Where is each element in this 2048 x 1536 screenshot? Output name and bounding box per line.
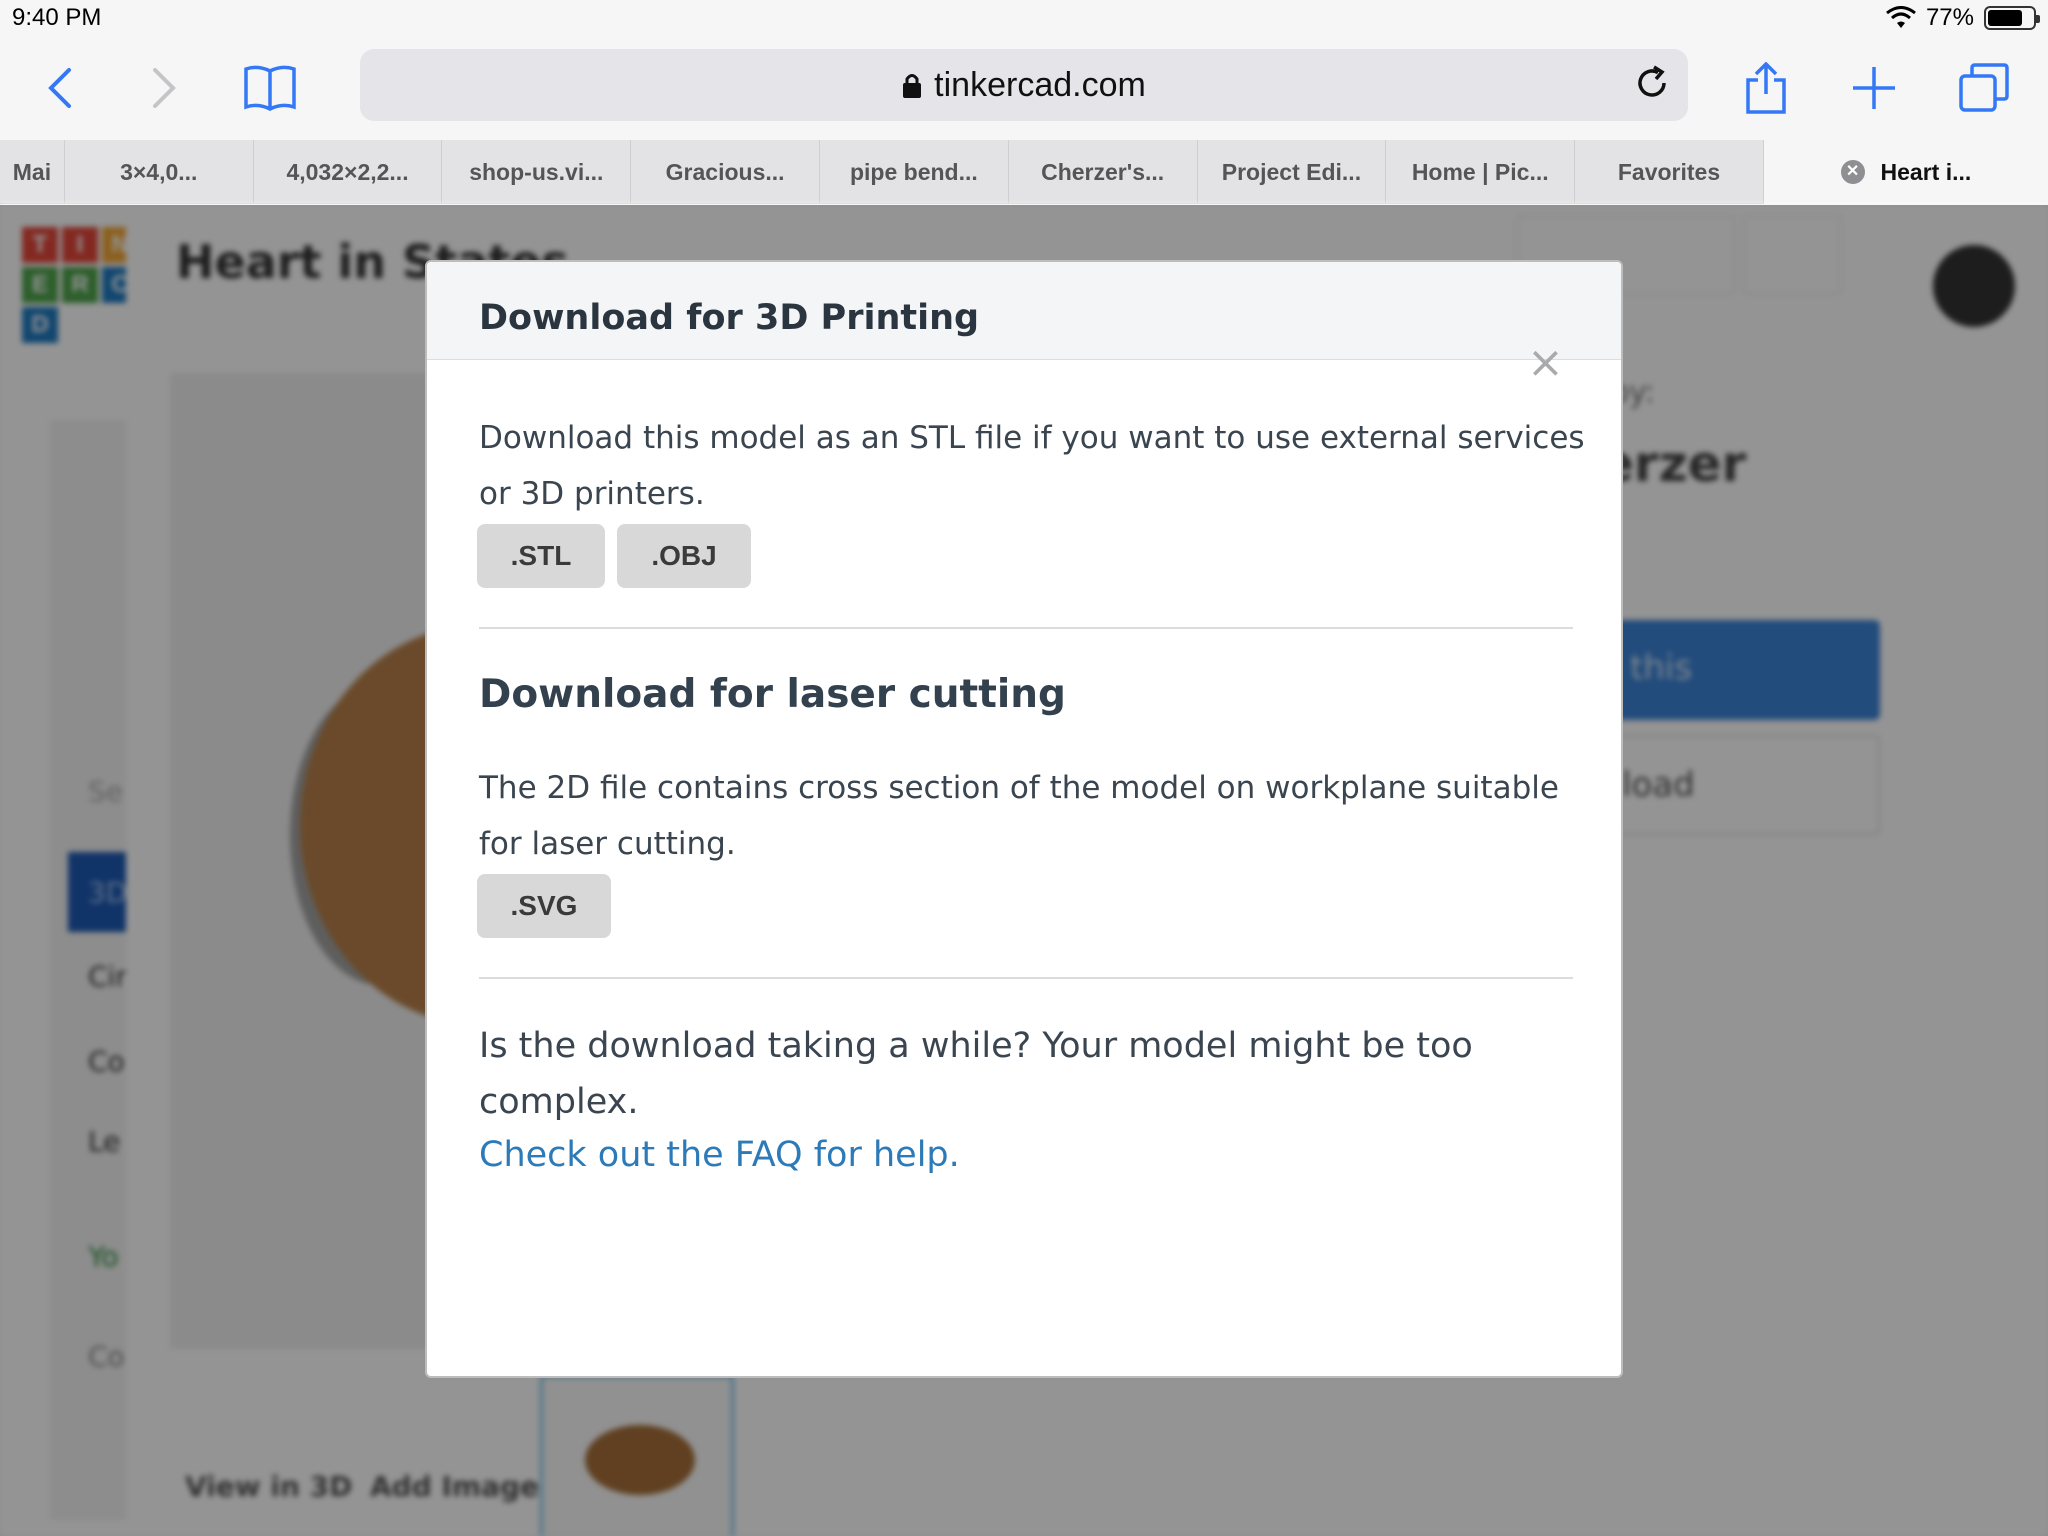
tab-label: shop-us.vi... [469,158,604,185]
tabs-overview-button[interactable] [1952,56,2016,120]
battery-fill [1988,10,2022,26]
tab-label: Gracious... [665,158,785,185]
url-display: tinkercad.com [360,66,1688,105]
tab-label: Heart i... [1880,158,1972,185]
status-bar: 9:40 PM 77% [0,0,2048,40]
new-tab-button[interactable] [1842,56,1906,120]
print-description: Download this model as an STL file if yo… [479,420,1585,512]
tab-6[interactable]: Cherzer's... [1009,140,1198,204]
tab-3[interactable]: shop-us.vi... [442,140,632,204]
tab-close-icon[interactable]: ✕ [1840,160,1865,184]
tab-label: 3×4,0... [120,158,198,185]
forward-button[interactable] [132,56,196,120]
url-text: tinkercad.com [934,66,1146,104]
tab-7[interactable]: Project Edi... [1198,140,1387,204]
download-modal: Download for 3D Printing × Download this… [425,260,1623,1378]
modal-title: Download for 3D Printing [479,298,980,338]
address-bar[interactable]: tinkercad.com [360,49,1688,121]
browser-toolbar: tinkercad.com [0,40,2048,140]
laser-section-title: Download for laser cutting [479,672,1066,717]
plus-icon [1853,67,1895,109]
tab-5[interactable]: pipe bend... [820,140,1009,204]
divider [479,977,1573,979]
book-icon [244,65,296,111]
svg-button[interactable]: .SVG [477,874,611,938]
tab-1[interactable]: 3×4,0... [65,140,254,204]
tab-bar: Mai 3×4,0... 4,032×2,2... shop-us.vi... … [0,140,2048,204]
stl-button[interactable]: .STL [477,524,605,588]
tab-label: pipe bend... [849,158,978,185]
tab-label: Project Edi... [1221,158,1362,185]
tab-4[interactable]: Gracious... [631,140,820,204]
tab-label: Home | Pic... [1411,158,1549,185]
wifi-icon [1886,6,1916,28]
status-time: 9:40 PM [12,4,102,31]
divider [479,627,1573,629]
status-right: 77% [1886,4,2040,32]
slow-download-text: Is the download taking a while? Your mod… [479,1026,1473,1122]
laser-description: The 2D file contains cross section of th… [479,770,1559,862]
battery-icon [1984,6,2040,30]
tab-label: Favorites [1617,158,1721,185]
tab-9[interactable]: Favorites [1575,140,1764,204]
tab-2[interactable]: 4,032×2,2... [254,140,443,204]
share-button[interactable] [1734,56,1798,120]
chevron-right-icon [153,68,176,108]
tabs-icon [1959,63,2009,112]
tab-8[interactable]: Home | Pic... [1386,140,1576,204]
tab-10-active[interactable]: ✕ Heart i... [1763,140,2048,204]
tab-0[interactable]: Mai [0,140,65,204]
faq-link[interactable]: Check out the FAQ for help. [479,1135,960,1175]
tab-label: 4,032×2,2... [286,158,409,185]
battery-percent: 77% [1925,4,1974,31]
back-button[interactable] [28,56,92,120]
tab-label: Cherzer's... [1041,158,1165,185]
bookmarks-button[interactable] [238,56,302,120]
chevron-left-icon [48,68,71,108]
share-icon [1746,62,1786,114]
lock-icon [903,74,922,98]
obj-button[interactable]: .OBJ [617,524,751,588]
reload-icon[interactable] [1632,63,1672,103]
tab-label: Mai [12,158,52,185]
close-icon[interactable]: × [1527,341,1564,385]
